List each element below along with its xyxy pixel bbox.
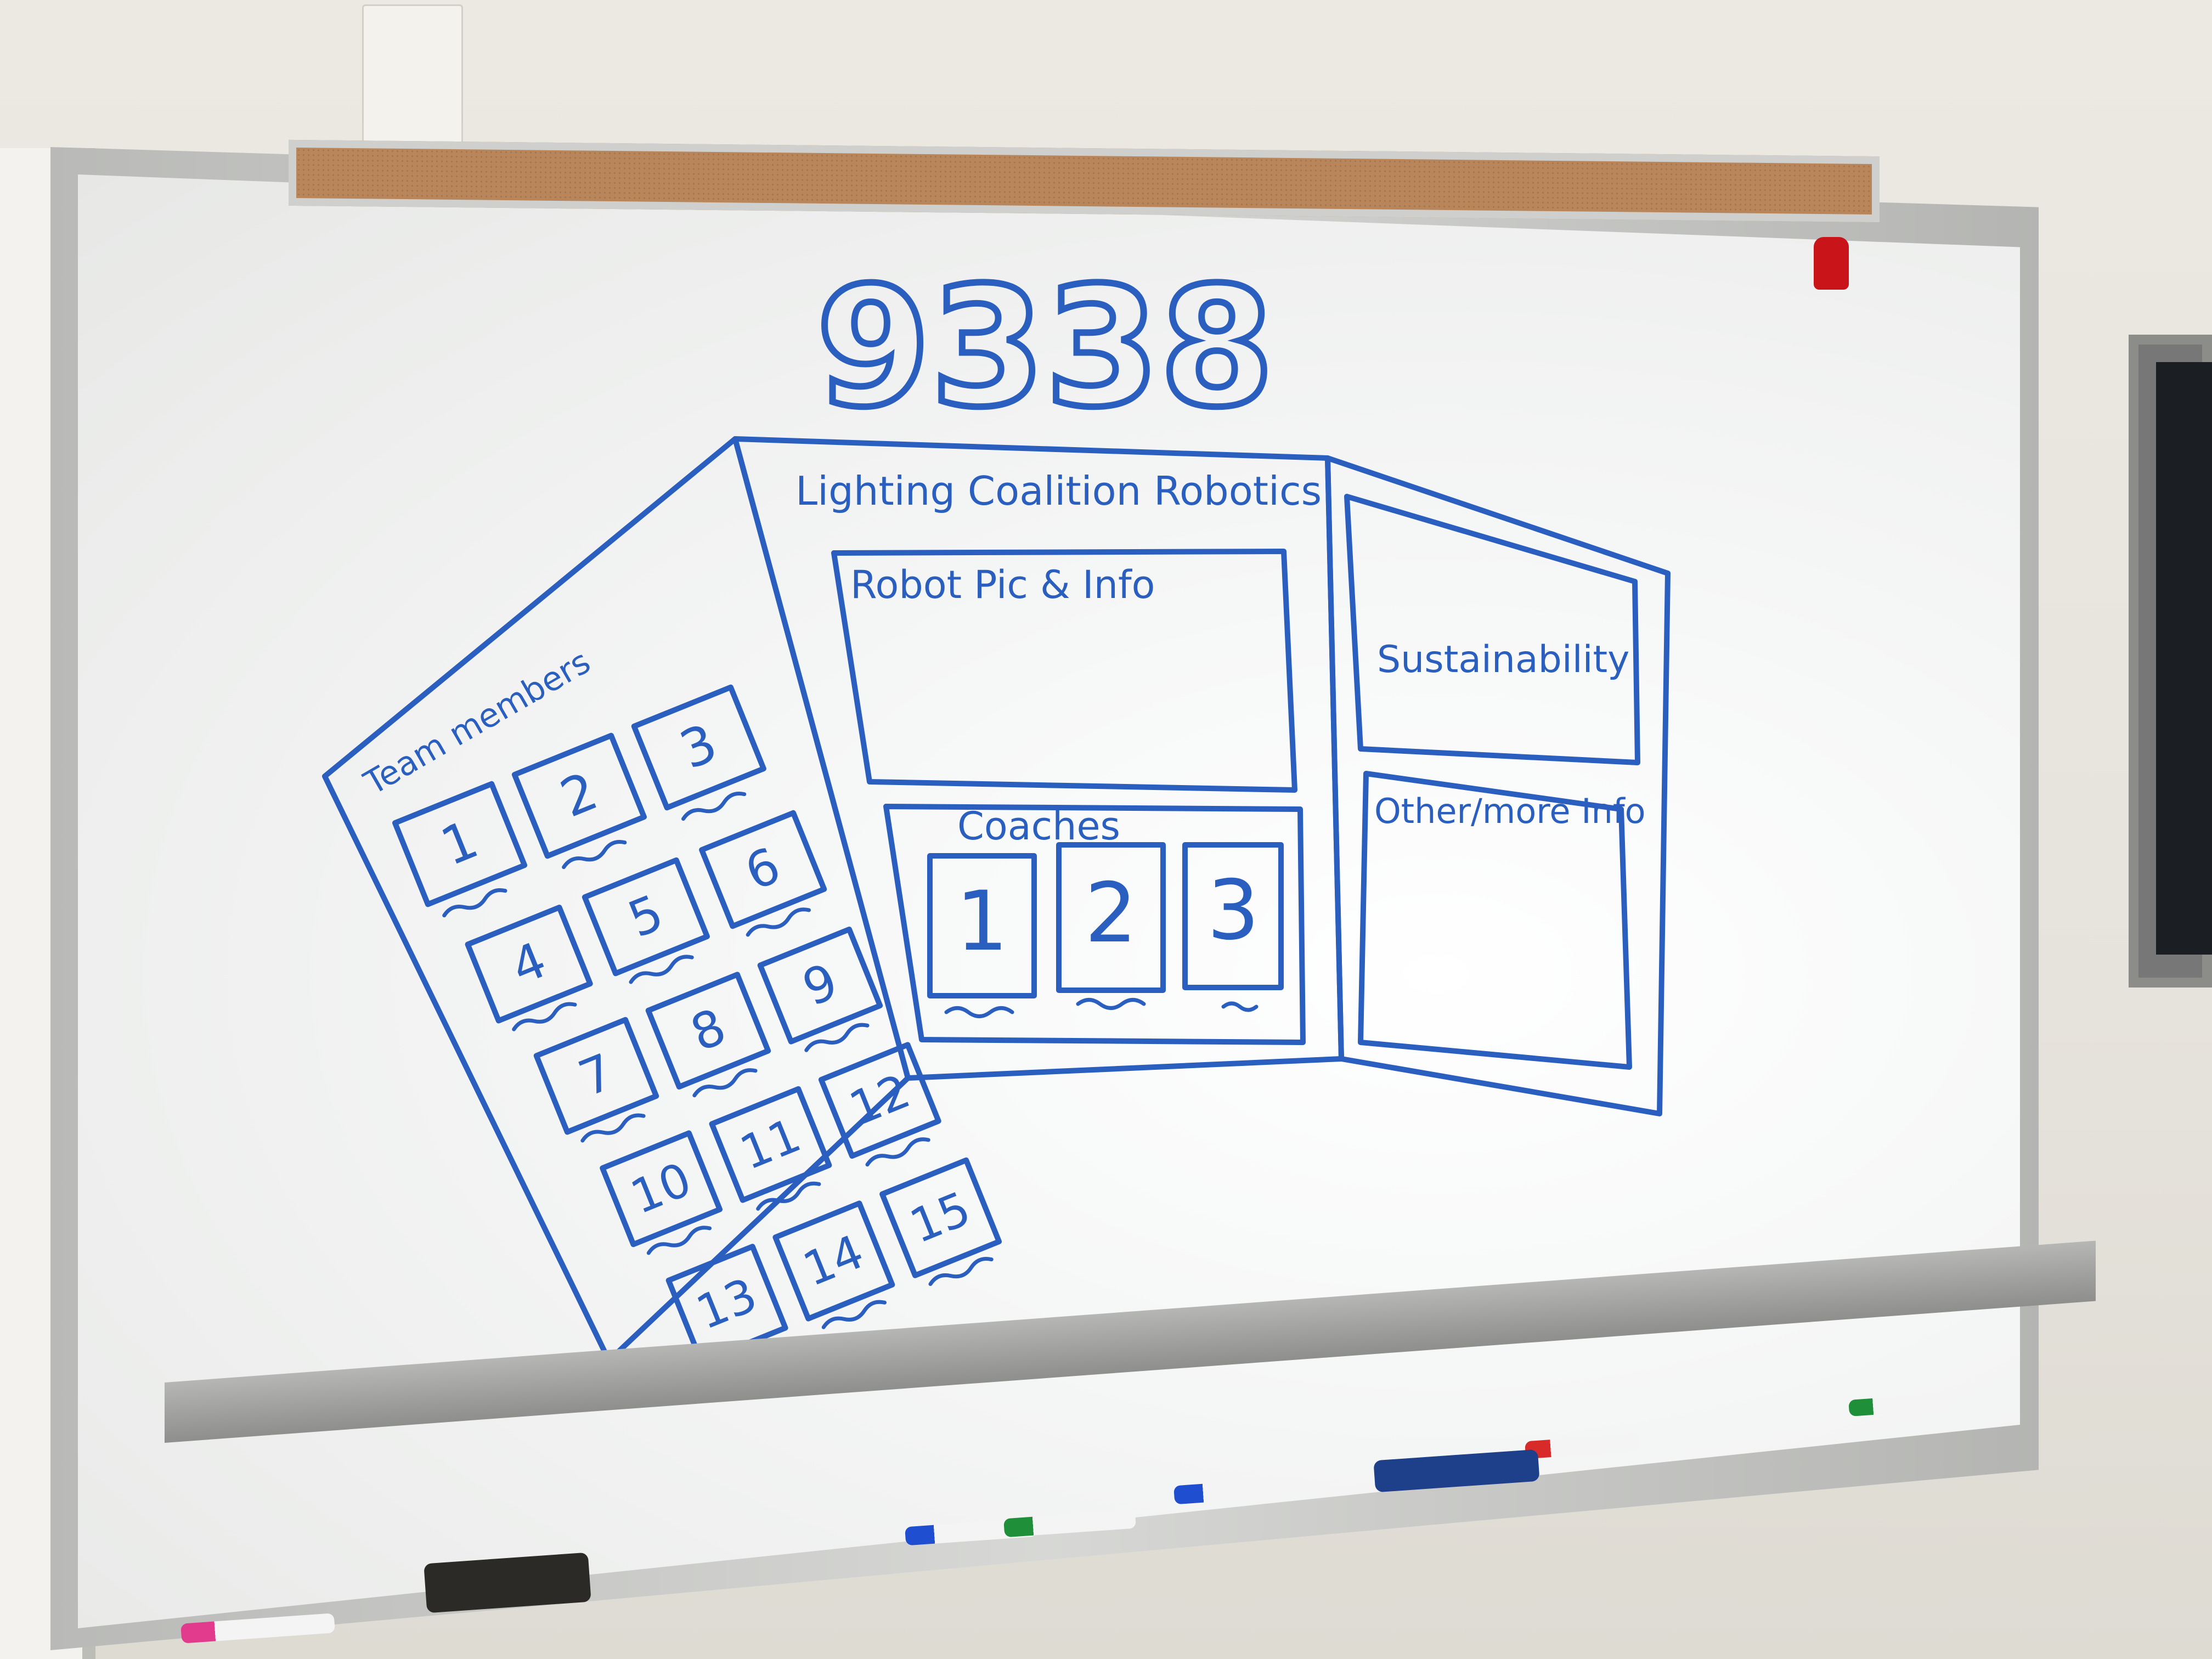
member-card: 2 — [511, 732, 647, 870]
member-card: 15 — [879, 1157, 1002, 1286]
sustainability-label: Sustainability — [1377, 638, 1629, 681]
svg-text:3: 3 — [672, 713, 725, 781]
member-card: 9 — [757, 926, 883, 1052]
svg-text:1: 1 — [433, 809, 486, 878]
sustainability-box — [1344, 494, 1640, 765]
coach-number: 1 — [956, 874, 1008, 969]
coaches-label: Coaches — [957, 804, 1120, 849]
svg-text:7: 7 — [571, 1043, 622, 1108]
member-card: 12 — [818, 1042, 941, 1167]
svg-text:6: 6 — [737, 837, 788, 902]
member-card: 10 — [600, 1130, 723, 1255]
robot-box-label: Robot Pic & Info — [850, 562, 1155, 607]
member-card: 1 — [392, 781, 528, 918]
svg-text:8: 8 — [683, 998, 733, 1063]
svg-text:4: 4 — [504, 931, 554, 996]
other-info-label: Other/more Info — [1374, 791, 1646, 831]
svg-text:5: 5 — [620, 884, 671, 949]
svg-text:13: 13 — [689, 1268, 764, 1340]
svg-text:11: 11 — [733, 1108, 808, 1181]
right-panel — [1325, 455, 1671, 1116]
svg-text:9: 9 — [795, 952, 845, 1018]
team-number: 9338 — [816, 252, 1274, 443]
svg-text:14: 14 — [796, 1224, 871, 1297]
svg-text:15: 15 — [902, 1182, 978, 1254]
coach-number: 2 — [1085, 866, 1137, 961]
svg-text:10: 10 — [623, 1153, 698, 1225]
member-card: 4 — [465, 905, 593, 1031]
member-card: 14 — [772, 1200, 895, 1329]
coach-card: 2 — [1056, 842, 1166, 1010]
member-card: 7 — [533, 1017, 659, 1143]
team-members-panel — [322, 436, 911, 1363]
panel-title: Lighting Coalition Robotics — [795, 468, 1322, 514]
member-card: 11 — [709, 1086, 832, 1211]
coach-card: 1 — [927, 853, 1037, 1018]
member-card: 6 — [699, 810, 827, 937]
member-card: 3 — [631, 684, 766, 821]
coach-number: 3 — [1207, 863, 1259, 958]
svg-text:2: 2 — [552, 761, 606, 830]
coach-card: 3 — [1182, 842, 1284, 1012]
member-card: 8 — [645, 972, 771, 1098]
member-card: 5 — [582, 857, 710, 984]
